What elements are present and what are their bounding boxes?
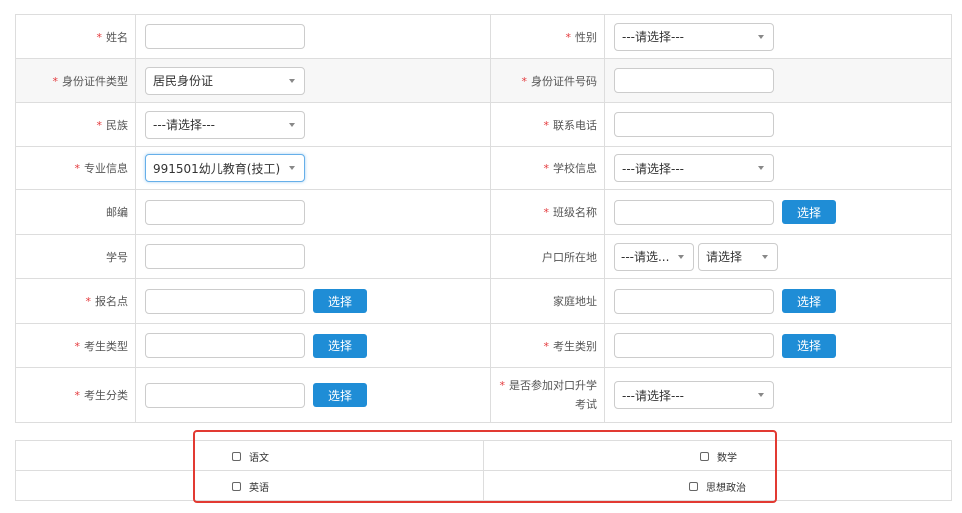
zip-label: 邮编 (106, 206, 128, 219)
form-row-candidate-type: * 考生类型 选择 * 考生类别 选择 (15, 323, 952, 368)
hukou-province-select[interactable]: ---请选... (614, 242, 694, 271)
subject-english[interactable]: 英语 (232, 479, 269, 494)
label-cell-gender: * 性别 (490, 14, 605, 59)
subject-math[interactable]: 数学 (700, 449, 737, 464)
subject-row-2: 英语 思想政治 (15, 470, 952, 501)
form-row-studentno-hukou: 学号 户口所在地 ---请选... 请选择 (15, 234, 952, 279)
candidate-classification-label: 考生分类 (84, 389, 128, 402)
chevron-down-icon (758, 166, 764, 170)
subject-politics[interactable]: 思想政治 (689, 479, 746, 494)
english-checkbox[interactable] (232, 482, 241, 491)
hukou-label: 户口所在地 (542, 250, 597, 264)
subject-checkbox-table: 语文 数学 英语 思想政治 (15, 440, 952, 501)
chevron-down-icon (758, 393, 764, 397)
chevron-down-icon (289, 78, 295, 83)
school-label: 学校信息 (553, 162, 597, 175)
major-select[interactable]: 991501幼儿教育(技工) (145, 154, 305, 182)
registration-site-label: 报名点 (95, 295, 128, 308)
id-number-input[interactable] (614, 68, 774, 93)
candidate-category-label: 考生类别 (553, 339, 597, 353)
registration-site-select-button[interactable]: 选择 (313, 289, 367, 313)
chevron-down-icon (762, 254, 768, 259)
ethnicity-select[interactable]: ---请选择--- (145, 110, 305, 139)
id-type-label: 身份证件类型 (62, 74, 128, 88)
gender-select[interactable]: ---请选择--- (614, 22, 774, 51)
subject-chinese[interactable]: 语文 (232, 449, 269, 464)
chevron-down-icon (289, 166, 295, 170)
english-label: 英语 (249, 483, 269, 494)
student-number-input[interactable] (145, 244, 305, 269)
form-row-site-address: * 报名点 选择 家庭地址 选择 (15, 278, 952, 324)
class-select-button[interactable]: 选择 (782, 200, 836, 224)
chevron-down-icon (758, 34, 764, 39)
subject-row-1: 语文 数学 (15, 440, 952, 471)
math-label: 数学 (717, 453, 737, 464)
gender-label: 性别 (575, 30, 597, 44)
candidate-classification-input[interactable] (145, 382, 305, 408)
form-row-ethnicity-phone: * 民族 ---请选择--- * 联系电话 (15, 102, 952, 147)
zip-input[interactable] (145, 199, 305, 225)
chevron-down-icon (289, 122, 295, 127)
home-address-select-button[interactable]: 选择 (782, 289, 836, 313)
school-select[interactable]: ---请选择--- (614, 154, 774, 182)
math-checkbox[interactable] (700, 452, 709, 461)
chinese-label: 语文 (249, 453, 269, 464)
form-row-zip-class: 邮编 * 班级名称 选择 (15, 189, 952, 235)
chevron-down-icon (678, 254, 684, 259)
phone-label: 联系电话 (553, 118, 597, 132)
student-info-form: * 姓名 * 性别 ---请选择--- * 身份证件类型 居民身份证 * 身份证件号码 … (15, 14, 952, 423)
candidate-type-select-button[interactable]: 选择 (313, 333, 367, 358)
form-row-name-gender: * 姓名 * 性别 ---请选择--- (15, 14, 952, 59)
phone-input[interactable] (614, 112, 774, 137)
id-type-select[interactable]: 居民身份证 (145, 66, 305, 95)
form-row-major-school: * 专业信息 991501幼儿教育(技工) * 学校信息 ---请选择--- (15, 146, 952, 190)
candidate-type-input[interactable] (145, 333, 305, 358)
name-input[interactable] (145, 24, 305, 49)
major-label: 专业信息 (84, 162, 128, 175)
form-row-classification-exam: * 考生分类 选择 * 是否参加对口升学考试 ---请选择--- (15, 367, 952, 423)
id-number-label: 身份证件号码 (531, 74, 597, 88)
chinese-checkbox[interactable] (232, 452, 241, 461)
candidate-category-input[interactable] (614, 333, 774, 358)
politics-checkbox[interactable] (689, 482, 698, 491)
ethnicity-label: 民族 (106, 118, 128, 132)
class-name-label: 班级名称 (553, 206, 597, 219)
name-label: 姓名 (106, 30, 128, 44)
candidate-category-select-button[interactable]: 选择 (782, 333, 836, 358)
label-cell-name: * 姓名 (15, 14, 136, 59)
form-row-id: * 身份证件类型 居民身份证 * 身份证件号码 (15, 58, 952, 103)
hukou-city-select[interactable]: 请选择 (698, 242, 778, 271)
vocational-exam-select[interactable]: ---请选择--- (614, 381, 774, 409)
class-name-input[interactable] (614, 199, 774, 225)
home-address-label: 家庭地址 (553, 295, 597, 308)
student-number-label: 学号 (106, 250, 128, 264)
candidate-classification-select-button[interactable]: 选择 (313, 383, 367, 407)
home-address-input[interactable] (614, 288, 774, 314)
vocational-exam-label: 是否参加对口升学考试 (509, 379, 597, 411)
registration-site-input[interactable] (145, 288, 305, 314)
politics-label: 思想政治 (706, 483, 746, 494)
candidate-type-label: 考生类型 (84, 339, 128, 353)
